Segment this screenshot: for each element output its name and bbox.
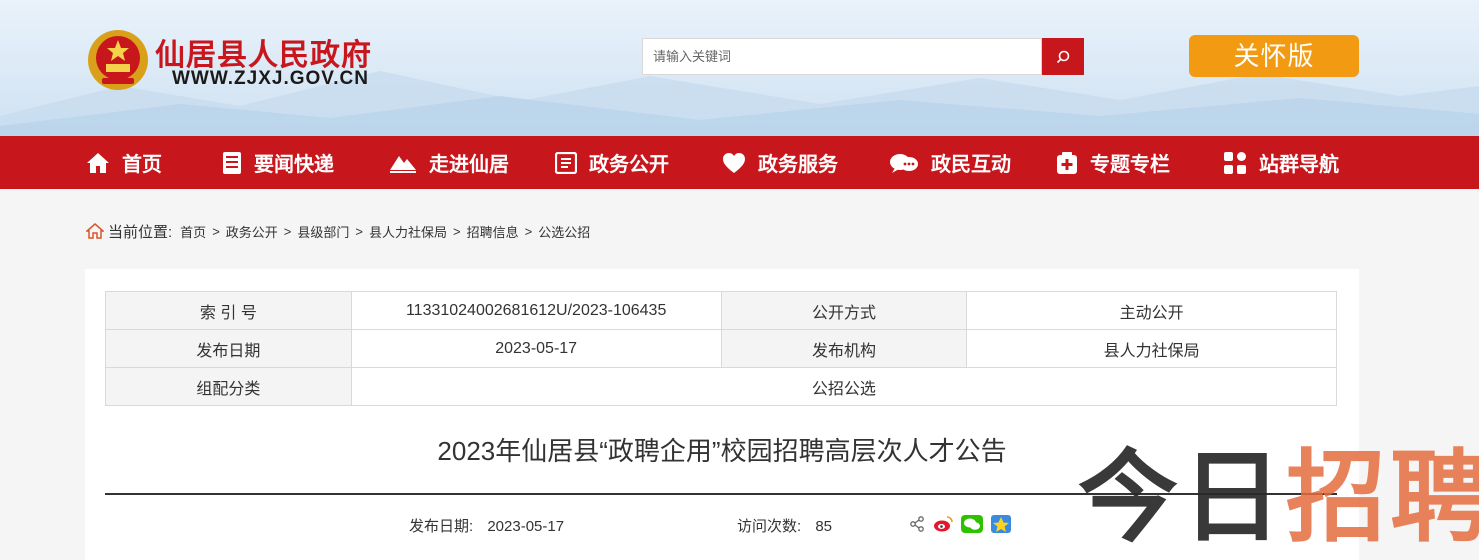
home-icon xyxy=(87,152,109,173)
nav-label: 政民互动 xyxy=(931,154,1011,176)
index-value: 11331024002681612U/2023-106435 xyxy=(350,291,722,330)
breadcrumb-link[interactable]: 政务公开 xyxy=(226,222,278,241)
publish-date-value: 2023-05-17 xyxy=(487,518,565,535)
watermark-part-1: 今日 xyxy=(1078,442,1286,554)
breadcrumb-label: 当前位置: xyxy=(108,223,173,241)
nav-label: 政务公开 xyxy=(589,154,669,176)
publish-date-label: 发布日期: xyxy=(409,518,474,535)
care-mode-button[interactable]: 关怀版 xyxy=(1189,35,1359,77)
visit-count-value: 85 xyxy=(815,518,833,535)
table-row: 组配分类 公招公选 xyxy=(105,367,1338,406)
national-emblem-icon xyxy=(86,28,150,92)
search-button[interactable] xyxy=(1042,38,1084,75)
nav-item-interaction[interactable]: 政民互动 xyxy=(889,136,1011,189)
search-input[interactable]: 请输入关键词 xyxy=(642,38,1042,75)
main-nav: 首页 要闻快递 走进仙居 政务公开 政务服务 政民互动 专题专栏 站群导航 xyxy=(0,136,1479,189)
nav-item-site-group[interactable]: 站群导航 xyxy=(1223,136,1339,189)
index-key: 索 引 号 xyxy=(105,291,352,330)
nav-item-home[interactable]: 首页 xyxy=(86,136,162,189)
breadcrumb-separator: > xyxy=(524,223,533,239)
breadcrumb-link[interactable]: 首页 xyxy=(180,222,206,241)
wechat-icon[interactable] xyxy=(961,515,983,533)
document-list-icon xyxy=(555,151,577,174)
nav-item-gov-service[interactable]: 政务服务 xyxy=(722,136,838,189)
breadcrumb-link[interactable]: 招聘信息 xyxy=(467,222,519,241)
method-value: 主动公开 xyxy=(966,291,1337,330)
org-key: 发布机构 xyxy=(720,329,968,368)
breadcrumb-separator: > xyxy=(212,223,220,239)
table-row: 索 引 号 11331024002681612U/2023-106435 公开方… xyxy=(105,291,1337,330)
table-row: 发布日期 2023-05-17 发布机构 县人力社保局 xyxy=(105,329,1337,368)
date-value: 2023-05-17 xyxy=(350,329,722,368)
publish-date-meta: 发布日期: 2023-05-17 xyxy=(409,515,564,536)
nav-item-special[interactable]: 专题专栏 xyxy=(1056,136,1170,189)
watermark-logo: 今日招聘 xyxy=(1078,448,1479,548)
breadcrumb: 当前位置: 首页 > 政务公开 > 县级部门 > 县人力社保局 > 招聘信息 >… xyxy=(86,220,590,242)
nav-label: 专题专栏 xyxy=(1090,154,1170,176)
visit-count-label: 访问次数: xyxy=(737,518,802,535)
nav-label: 政务服务 xyxy=(758,154,838,176)
nav-label: 站群导航 xyxy=(1259,154,1339,176)
search-icon xyxy=(1056,50,1070,63)
qzone-icon[interactable] xyxy=(991,515,1011,533)
watermark-part-2: 招聘 xyxy=(1286,442,1479,554)
breadcrumb-link[interactable]: 县人力社保局 xyxy=(369,222,447,241)
nav-label: 首页 xyxy=(122,154,162,176)
category-value: 公招公选 xyxy=(350,367,1338,406)
info-table: 索 引 号 11331024002681612U/2023-106435 公开方… xyxy=(105,291,1338,406)
site-header: 仙居县人民政府 WWW.ZJXJ.GOV.CN 请输入关键词 关怀版 xyxy=(0,0,1479,136)
grid-icon xyxy=(1224,151,1246,174)
breadcrumb-separator: > xyxy=(355,223,363,239)
chat-icon xyxy=(890,153,918,173)
weibo-icon[interactable] xyxy=(933,515,953,533)
breadcrumb-separator: > xyxy=(283,223,292,239)
share-icon xyxy=(910,516,924,532)
breadcrumb-link[interactable]: 县级部门 xyxy=(297,222,349,241)
breadcrumb-separator: > xyxy=(453,223,461,239)
category-key: 组配分类 xyxy=(105,367,352,406)
nav-label: 走进仙居 xyxy=(429,154,509,176)
nav-label: 要闻快递 xyxy=(254,154,334,176)
nav-item-gov-affairs[interactable]: 政务公开 xyxy=(555,136,669,189)
medical-plus-icon xyxy=(1057,151,1077,174)
date-key: 发布日期 xyxy=(105,329,352,368)
share-bar xyxy=(909,515,1011,533)
org-value: 县人力社保局 xyxy=(966,329,1337,368)
heart-icon xyxy=(723,152,745,173)
home-outline-icon xyxy=(86,223,104,239)
method-key: 公开方式 xyxy=(720,291,968,330)
breadcrumb-link[interactable]: 公选公招 xyxy=(538,222,590,241)
nav-item-news[interactable]: 要闻快递 xyxy=(222,136,334,189)
site-domain: WWW.ZJXJ.GOV.CN xyxy=(172,68,369,89)
visit-count-meta: 访问次数: 85 xyxy=(737,515,832,536)
nav-item-intro[interactable]: 走进仙居 xyxy=(389,136,509,189)
news-icon xyxy=(223,151,241,174)
mountain-icon xyxy=(390,155,416,173)
